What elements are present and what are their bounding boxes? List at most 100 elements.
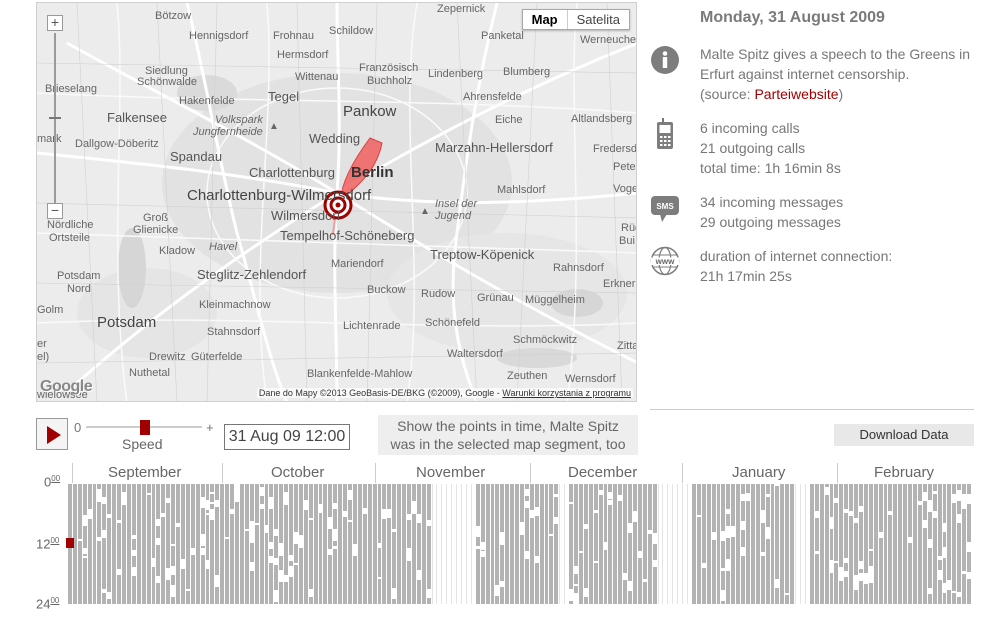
timeline-day-column[interactable]	[323, 484, 328, 604]
timeline-day-column[interactable]	[303, 484, 308, 604]
timeline-day-column[interactable]	[824, 484, 829, 604]
timeline-day-column[interactable]	[863, 484, 868, 604]
timeline-day-column[interactable]	[107, 484, 112, 604]
timeline-day-column[interactable]	[844, 484, 849, 604]
timeline-day-column[interactable]	[922, 484, 927, 604]
timeline-day-column[interactable]	[903, 484, 908, 604]
timeline-day-column[interactable]	[200, 484, 205, 604]
timeline-day-column[interactable]	[583, 484, 588, 604]
timeline-day-column[interactable]	[225, 484, 230, 604]
timeline-day-column[interactable]	[588, 484, 593, 604]
timeline-day-column[interactable]	[102, 484, 107, 604]
timeline-day-column[interactable]	[348, 484, 352, 604]
timeline-day-column[interactable]	[190, 484, 195, 604]
timeline-day-column[interactable]	[775, 484, 780, 604]
timeline-day-column[interactable]	[205, 484, 210, 604]
timeline-day-column[interactable]	[539, 484, 544, 604]
timeline-day-column[interactable]	[868, 484, 873, 604]
timeline-day-column[interactable]	[736, 484, 741, 604]
timeline-day-column[interactable]	[495, 484, 500, 604]
timeline-day-column[interactable]	[313, 484, 318, 604]
timeline-day-column[interactable]	[888, 484, 893, 604]
timeline-day-column[interactable]	[215, 484, 220, 604]
timeline-day-column[interactable]	[328, 484, 333, 604]
timeline-day-column[interactable]	[387, 484, 392, 604]
map-type-map-button[interactable]: Map	[523, 10, 567, 29]
timeline-day-column[interactable]	[382, 484, 387, 604]
timeline-day-column[interactable]	[755, 484, 760, 604]
timeline-day-column[interactable]	[520, 484, 524, 604]
timeline-day-column[interactable]	[962, 484, 967, 604]
timeline-day-column[interactable]	[741, 484, 745, 604]
timeline-day-column[interactable]	[338, 484, 343, 604]
timeline-day-column[interactable]	[809, 484, 814, 604]
timeline-day-column[interactable]	[254, 484, 259, 604]
timeline-day-column[interactable]	[397, 484, 402, 604]
timeline-day-column[interactable]	[603, 484, 608, 604]
timeline-day-column[interactable]	[687, 484, 691, 604]
timeline-day-column[interactable]	[760, 484, 765, 604]
timeline-day-column[interactable]	[372, 484, 377, 604]
timeline-day-column[interactable]	[195, 484, 200, 604]
timeline-day-column[interactable]	[790, 484, 795, 604]
timeline-day-column[interactable]	[274, 484, 279, 604]
map-type-satellite-button[interactable]: Satelita	[566, 10, 629, 29]
timeline-day-column[interactable]	[131, 484, 136, 604]
timeline-day-column[interactable]	[318, 484, 323, 604]
timeline-day-column[interactable]	[647, 484, 652, 604]
timeline-day-column[interactable]	[628, 484, 632, 604]
timeline-day-column[interactable]	[264, 484, 269, 604]
timeline-day-column[interactable]	[637, 484, 642, 604]
timeline-day-column[interactable]	[185, 484, 190, 604]
timeline-day-column[interactable]	[913, 484, 917, 604]
timeline-day-column[interactable]	[917, 484, 922, 604]
timeline-day-column[interactable]	[593, 484, 598, 604]
timeline-day-column[interactable]	[529, 484, 534, 604]
timeline-day-column[interactable]	[77, 484, 82, 604]
timeline-day-column[interactable]	[141, 484, 146, 604]
timeline-day-column[interactable]	[97, 484, 102, 604]
timeline-day-column[interactable]	[480, 484, 485, 604]
timeline-day-column[interactable]	[294, 484, 298, 604]
timeline-day-column[interactable]	[633, 484, 637, 604]
timeline-day-column[interactable]	[942, 484, 947, 604]
timeline-day-column[interactable]	[549, 484, 554, 604]
timeline-day-column[interactable]	[578, 484, 583, 604]
timeline-day-column[interactable]	[92, 484, 97, 604]
timeline-day-column[interactable]	[171, 484, 176, 604]
activity-timeline[interactable]	[68, 484, 972, 605]
timeline-day-column[interactable]	[829, 484, 834, 604]
timeline-day-column[interactable]	[696, 484, 701, 604]
timeline-day-column[interactable]	[598, 484, 603, 604]
zoom-in-button[interactable]: +	[47, 15, 63, 31]
timeline-day-column[interactable]	[893, 484, 898, 604]
timeline-day-column[interactable]	[878, 484, 883, 604]
timeline-day-column[interactable]	[952, 484, 957, 604]
timeline-day-column[interactable]	[564, 484, 568, 604]
timeline-day-column[interactable]	[898, 484, 903, 604]
timeline-day-column[interactable]	[239, 484, 244, 604]
timeline-day-column[interactable]	[569, 484, 574, 604]
timeline-day-column[interactable]	[682, 484, 686, 604]
timeline-day-column[interactable]	[146, 484, 151, 604]
timeline-day-column[interactable]	[873, 484, 878, 604]
timeline-day-column[interactable]	[151, 484, 156, 604]
timeline-day-column[interactable]	[510, 484, 515, 604]
timeline-day-column[interactable]	[559, 484, 563, 604]
timeline-day-column[interactable]	[795, 484, 799, 604]
timeline-day-column[interactable]	[411, 484, 416, 604]
timeline-day-column[interactable]	[524, 484, 529, 604]
timeline-day-column[interactable]	[112, 484, 117, 604]
timeline-day-column[interactable]	[362, 484, 367, 604]
zoom-out-button[interactable]: −	[47, 203, 63, 219]
timeline-day-column[interactable]	[416, 484, 421, 604]
map-view[interactable]: Zepernick Bötzow Hennigsdorf Frohnau Sch…	[36, 2, 637, 402]
timeline-day-column[interactable]	[269, 484, 274, 604]
timeline-day-column[interactable]	[500, 484, 505, 604]
timeline-day-column[interactable]	[672, 484, 676, 604]
timeline-day-column[interactable]	[298, 484, 303, 604]
timeline-day-column[interactable]	[308, 484, 313, 604]
timeline-day-column[interactable]	[436, 484, 440, 604]
timeline-day-column[interactable]	[667, 484, 671, 604]
timeline-day-column[interactable]	[475, 484, 480, 604]
